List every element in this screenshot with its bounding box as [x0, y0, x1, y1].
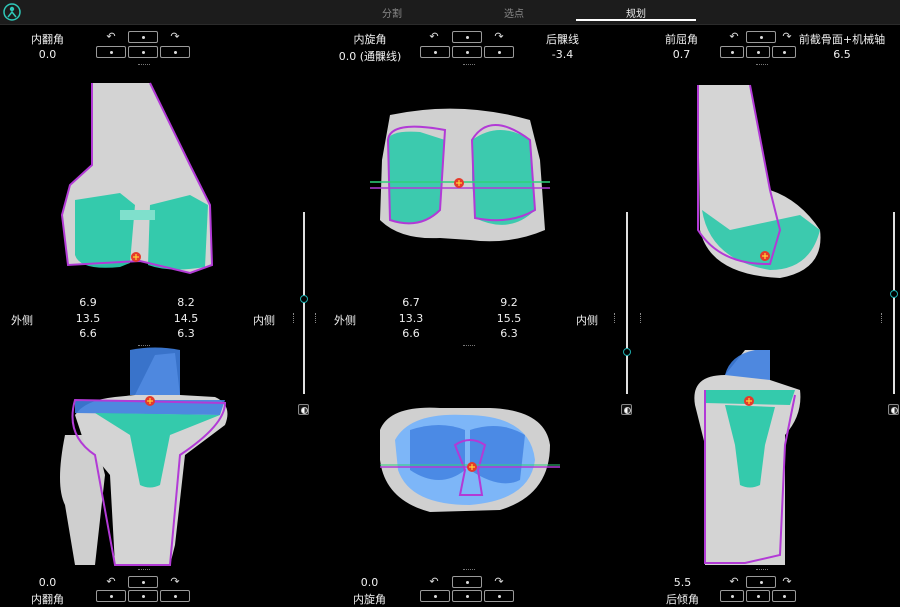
top-nav-bar	[0, 0, 900, 25]
nudge-down-button[interactable]	[452, 46, 482, 58]
anterior-cut-mechanical-axis-value: 6.5	[833, 48, 851, 61]
panel-resize-handle[interactable]	[138, 64, 150, 68]
internal-rotation-value: 0.0	[360, 576, 379, 589]
active-tab-indicator	[576, 19, 696, 21]
internal-rotation-label: 内旋角	[353, 593, 386, 606]
nudge-right-button[interactable]	[160, 46, 190, 58]
rotate-ccw-icon[interactable]: ↶	[104, 576, 118, 588]
nudge-up-button[interactable]	[746, 31, 776, 43]
femur-sagittal-view[interactable]	[690, 80, 840, 280]
rotate-cw-icon[interactable]: ↷	[168, 576, 182, 588]
nudge-down-button[interactable]	[128, 46, 158, 58]
posterior-slope-label: 后倾角	[666, 593, 699, 606]
varus-angle-value: 0.0	[38, 48, 57, 61]
nudge-down-button[interactable]	[746, 46, 770, 58]
panel-resize-handle[interactable]	[463, 345, 475, 349]
lateral-gap-bottom-value: 6.6	[79, 327, 97, 340]
lateral-side-label: 外侧	[334, 314, 356, 327]
rotate-ccw-icon[interactable]: ↶	[727, 31, 741, 43]
rotate-ccw-icon[interactable]: ↶	[427, 31, 441, 43]
tab-landmarks[interactable]: 选点	[469, 5, 559, 20]
flexion-angle-label: 前屈角	[665, 33, 698, 46]
medial-gap-mid-value: 15.5	[496, 312, 522, 325]
rotate-ccw-icon[interactable]: ↶	[427, 576, 441, 588]
panel-resize-handle[interactable]	[463, 64, 475, 68]
tibia-coronal-view[interactable]	[55, 345, 245, 567]
posterior-condylar-line-label: 后髁线	[546, 33, 579, 46]
nudge-right-button[interactable]	[484, 590, 514, 602]
posterior-slope-value: 5.5	[673, 576, 692, 589]
nudge-left-button[interactable]	[420, 590, 450, 602]
varus-angle-label: 内翻角	[31, 593, 64, 606]
femur-axial-view[interactable]	[360, 100, 560, 260]
lateral-gap-mid-value: 13.3	[398, 312, 424, 325]
tab-segmentation[interactable]: 分割	[347, 5, 437, 20]
internal-rotation-value: 0.0 (通髁线)	[338, 50, 402, 63]
varus-angle-label: 内翻角	[31, 33, 64, 46]
nudge-up-button[interactable]	[452, 576, 482, 588]
separator-handle[interactable]	[293, 313, 296, 323]
lateral-gap-top-value: 6.7	[402, 296, 420, 309]
nudge-down-button[interactable]	[128, 590, 158, 602]
contrast-toggle-icon[interactable]	[888, 404, 899, 415]
nudge-right-button[interactable]	[160, 590, 190, 602]
rotate-ccw-icon[interactable]: ↶	[727, 576, 741, 588]
center-view-slider-knob[interactable]	[623, 348, 631, 357]
nudge-down-button[interactable]	[452, 590, 482, 602]
nudge-left-button[interactable]	[720, 590, 744, 602]
nudge-left-button[interactable]	[96, 46, 126, 58]
medial-gap-bottom-value: 6.3	[177, 327, 195, 340]
lateral-gap-mid-value: 13.5	[75, 312, 101, 325]
rotate-cw-icon[interactable]: ↷	[492, 576, 506, 588]
rotate-ccw-icon[interactable]: ↶	[104, 31, 118, 43]
nudge-up-button[interactable]	[128, 31, 158, 43]
rotate-cw-icon[interactable]: ↷	[492, 31, 506, 43]
tab-planning[interactable]: 规划	[591, 5, 681, 20]
rotate-cw-icon[interactable]: ↷	[780, 576, 794, 588]
lateral-gap-bottom-value: 6.6	[402, 327, 420, 340]
medial-gap-bottom-value: 6.3	[500, 327, 518, 340]
medial-gap-mid-value: 14.5	[173, 312, 199, 325]
right-view-slider-knob[interactable]	[890, 289, 898, 298]
separator-handle[interactable]	[640, 313, 643, 323]
nudge-left-button[interactable]	[720, 46, 744, 58]
nudge-down-button[interactable]	[746, 590, 770, 602]
flexion-angle-value: 0.7	[672, 48, 691, 61]
varus-angle-value: 0.0	[38, 576, 57, 589]
contrast-toggle-icon[interactable]	[298, 404, 309, 415]
medial-gap-top-value: 9.2	[500, 296, 518, 309]
tibia-axial-view[interactable]	[370, 400, 560, 525]
nudge-up-button[interactable]	[452, 31, 482, 43]
anterior-cut-mechanical-axis-label: 前截骨面+机械轴	[798, 33, 886, 46]
internal-rotation-label: 内旋角	[353, 33, 387, 46]
posterior-condylar-line-value: -3.4	[551, 48, 574, 61]
nudge-up-button[interactable]	[128, 576, 158, 588]
rotate-cw-icon[interactable]: ↷	[168, 31, 182, 43]
nudge-left-button[interactable]	[96, 590, 126, 602]
medial-side-label: 内侧	[576, 314, 598, 327]
femur-coronal-view[interactable]	[40, 75, 240, 285]
panel-resize-handle[interactable]	[756, 64, 768, 68]
nudge-right-button[interactable]	[772, 590, 796, 602]
nudge-up-button[interactable]	[746, 576, 776, 588]
center-view-slider-track[interactable]	[626, 212, 628, 394]
right-view-slider-track[interactable]	[893, 212, 895, 394]
tibia-sagittal-view[interactable]	[685, 345, 815, 567]
medial-gap-top-value: 8.2	[177, 296, 195, 309]
medial-side-label: 内侧	[253, 314, 275, 327]
left-view-slider-knob[interactable]	[300, 295, 308, 304]
separator-handle[interactable]	[614, 313, 617, 323]
nudge-left-button[interactable]	[420, 46, 450, 58]
panel-resize-handle[interactable]	[756, 569, 768, 573]
separator-handle[interactable]	[315, 313, 318, 323]
panel-resize-handle[interactable]	[138, 345, 150, 349]
panel-resize-handle[interactable]	[138, 569, 150, 573]
lateral-side-label: 外侧	[11, 314, 33, 327]
contrast-toggle-icon[interactable]	[621, 404, 632, 415]
lateral-gap-top-value: 6.9	[79, 296, 97, 309]
app-logo-icon	[2, 2, 22, 22]
separator-handle[interactable]	[881, 313, 884, 323]
panel-resize-handle[interactable]	[463, 569, 475, 573]
nudge-right-button[interactable]	[484, 46, 514, 58]
